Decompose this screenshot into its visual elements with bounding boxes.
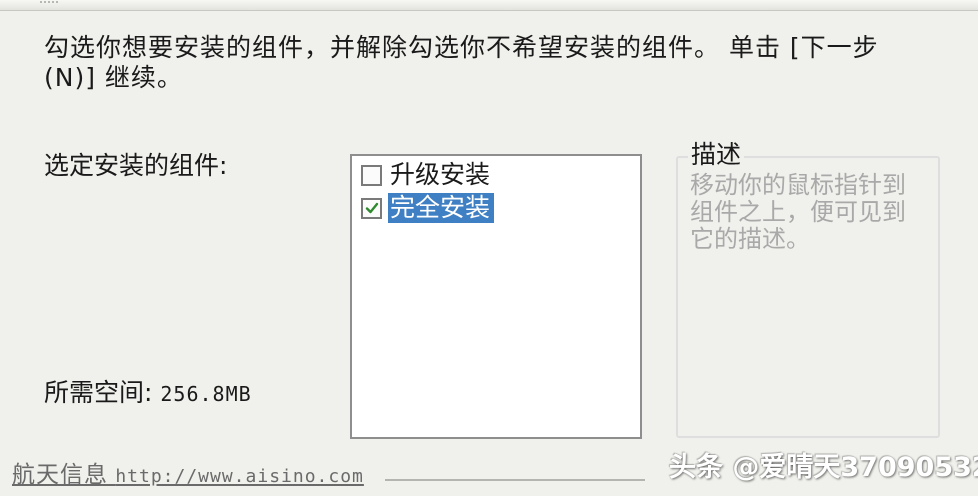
instruction-text: 勾选你想要安装的组件，并解除勾选你不希望安装的组件。 单击 [下一步(N)] 继… (44, 33, 879, 92)
components-label: 选定安装的组件: (44, 151, 228, 180)
watermark: 头条 @爱晴天370905320 (669, 452, 978, 483)
check-icon (365, 202, 378, 214)
upgrade-checkbox[interactable] (361, 164, 382, 186)
required-space-value: 256.8MB (160, 382, 252, 406)
component-item-full[interactable]: 完全安装 (361, 193, 495, 223)
description-title: 描述 (688, 139, 745, 171)
full-install-checkbox[interactable] (361, 197, 382, 219)
top-separator (0, 0, 978, 11)
component-item-label: 完全安装 (388, 193, 495, 223)
component-tree[interactable]: 升级安装 完全安装 (350, 154, 642, 439)
required-space-label: 所需空间: (44, 378, 153, 407)
footer-brand-link[interactable]: 航天信息 http://www.aisino.com (12, 460, 364, 492)
footer-brand: 航天信息 (12, 462, 108, 488)
required-space: 所需空间: 256.8MB (44, 377, 252, 410)
footer-url: http://www.aisino.com (115, 466, 364, 487)
description-text: 移动你的鼠标指针到组件之上，便可见到它的描述。 (690, 171, 906, 253)
component-item-upgrade[interactable]: 升级安装 (361, 160, 494, 190)
component-item-label: 升级安装 (390, 160, 491, 189)
footer-separator (385, 479, 645, 481)
